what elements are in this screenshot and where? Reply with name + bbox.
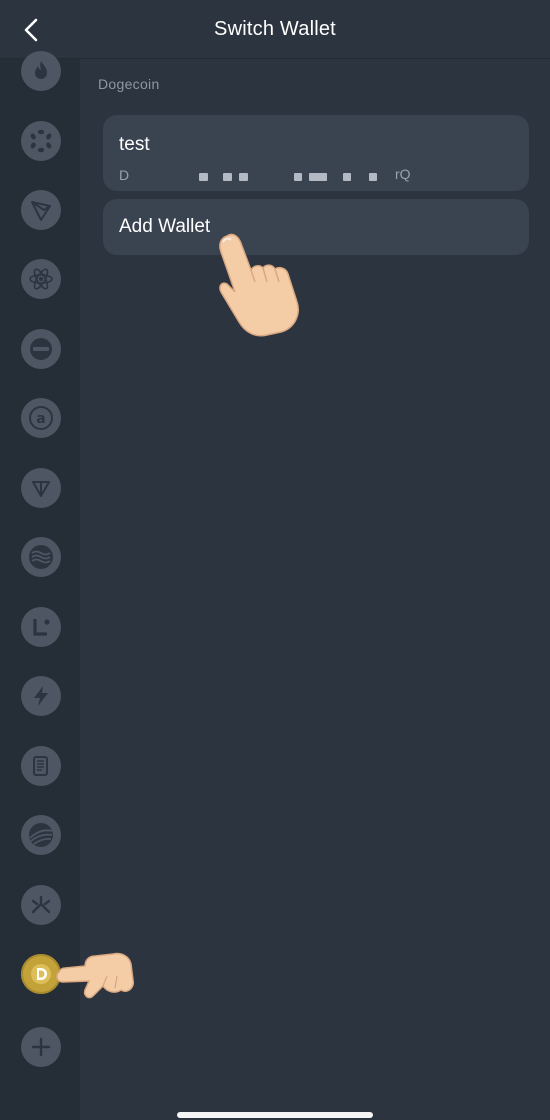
minus-circle-icon	[30, 338, 52, 360]
address-prefix: D	[119, 167, 130, 183]
address-redaction	[309, 173, 327, 181]
flame-icon	[35, 61, 47, 79]
polkadot-icon	[30, 129, 52, 153]
address-redaction	[199, 173, 208, 181]
pointing-hand-icon	[219, 233, 299, 337]
wallet-name: test	[119, 134, 150, 155]
address-redaction	[343, 173, 351, 181]
home-indicator	[177, 1112, 373, 1118]
add-chain-button[interactable]	[21, 1027, 61, 1067]
chain-tripod[interactable]	[21, 885, 61, 925]
lightning-icon	[34, 686, 48, 706]
chain-minus[interactable]	[21, 329, 61, 369]
tripod-icon	[31, 895, 51, 914]
address-redaction	[294, 173, 302, 181]
l-dot-icon	[33, 619, 50, 636]
chain-ton[interactable]	[21, 468, 61, 508]
chain-flame[interactable]	[21, 51, 61, 91]
globe-swoosh-icon	[29, 823, 53, 847]
add-wallet-button[interactable]: Add Wallet	[103, 199, 529, 255]
chain-globe[interactable]	[21, 815, 61, 855]
chain-polkadot[interactable]	[21, 121, 61, 161]
ton-triangle-icon	[32, 481, 50, 497]
address-redaction	[223, 173, 232, 181]
chain-lightning[interactable]	[21, 676, 61, 716]
pointing-hand-icon	[56, 952, 135, 999]
wallet-address: D rQ	[119, 165, 419, 187]
chain-tron[interactable]	[21, 190, 61, 230]
cosmos-atom-icon	[29, 268, 53, 290]
chain-waves[interactable]	[21, 537, 61, 577]
header-bar: Switch Wallet	[0, 0, 550, 59]
address-suffix: rQ	[395, 166, 411, 182]
waves-icon	[29, 545, 53, 569]
tron-icon	[31, 201, 51, 221]
at-sign-icon: a	[29, 406, 53, 430]
chain-cosmos[interactable]	[21, 259, 61, 299]
plus-icon	[31, 1037, 51, 1057]
chain-at[interactable]: a	[21, 398, 61, 438]
page-title: Switch Wallet	[214, 18, 336, 40]
chain-scroll[interactable]	[21, 746, 61, 786]
address-redaction	[369, 173, 377, 181]
scroll-icon	[33, 756, 48, 776]
svg-text:a: a	[36, 411, 45, 427]
address-redaction	[239, 173, 248, 181]
add-wallet-label: Add Wallet	[119, 216, 211, 237]
chain-l[interactable]	[21, 607, 61, 647]
wallet-card[interactable]: test D rQ	[103, 115, 529, 191]
section-label: Dogecoin	[98, 76, 160, 92]
dogecoin-icon	[31, 964, 51, 984]
